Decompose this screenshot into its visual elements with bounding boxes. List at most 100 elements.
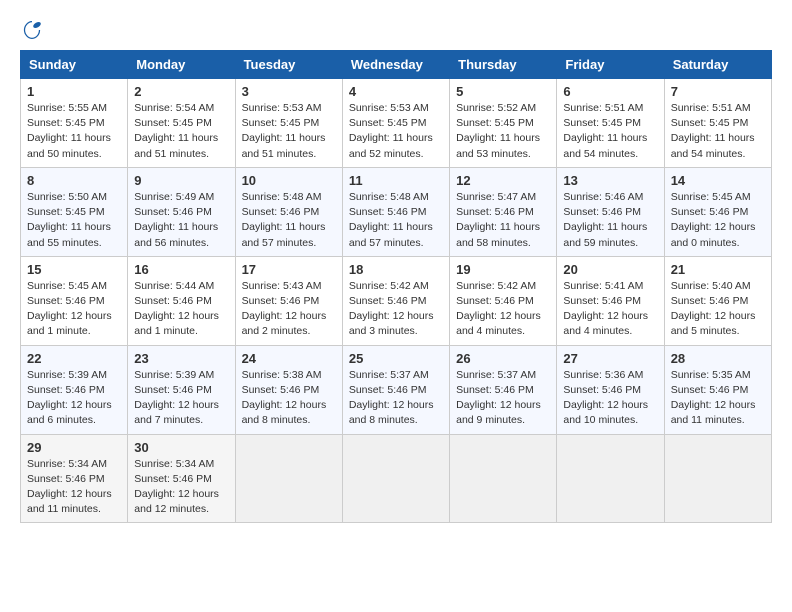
calendar-cell	[342, 434, 449, 523]
day-info: Sunrise: 5:47 AM Sunset: 5:46 PM Dayligh…	[456, 190, 550, 251]
day-info: Sunrise: 5:48 AM Sunset: 5:46 PM Dayligh…	[242, 190, 336, 251]
day-info: Sunrise: 5:53 AM Sunset: 5:45 PM Dayligh…	[349, 101, 443, 162]
calendar-cell: 26 Sunrise: 5:37 AM Sunset: 5:46 PM Dayl…	[450, 345, 557, 434]
calendar-cell	[557, 434, 664, 523]
calendar-cell: 15 Sunrise: 5:45 AM Sunset: 5:46 PM Dayl…	[21, 256, 128, 345]
calendar-cell: 23 Sunrise: 5:39 AM Sunset: 5:46 PM Dayl…	[128, 345, 235, 434]
calendar-cell: 27 Sunrise: 5:36 AM Sunset: 5:46 PM Dayl…	[557, 345, 664, 434]
day-number: 30	[134, 440, 228, 455]
calendar-cell	[235, 434, 342, 523]
day-number: 7	[671, 84, 765, 99]
day-info: Sunrise: 5:55 AM Sunset: 5:45 PM Dayligh…	[27, 101, 121, 162]
calendar-cell: 7 Sunrise: 5:51 AM Sunset: 5:45 PM Dayli…	[664, 79, 771, 168]
day-info: Sunrise: 5:43 AM Sunset: 5:46 PM Dayligh…	[242, 279, 336, 340]
day-number: 17	[242, 262, 336, 277]
logo-bird-icon	[22, 20, 42, 40]
day-number: 1	[27, 84, 121, 99]
day-number: 2	[134, 84, 228, 99]
calendar-cell: 30 Sunrise: 5:34 AM Sunset: 5:46 PM Dayl…	[128, 434, 235, 523]
day-info: Sunrise: 5:39 AM Sunset: 5:46 PM Dayligh…	[134, 368, 228, 429]
day-number: 20	[563, 262, 657, 277]
day-number: 10	[242, 173, 336, 188]
day-info: Sunrise: 5:51 AM Sunset: 5:45 PM Dayligh…	[563, 101, 657, 162]
day-info: Sunrise: 5:45 AM Sunset: 5:46 PM Dayligh…	[671, 190, 765, 251]
day-info: Sunrise: 5:42 AM Sunset: 5:46 PM Dayligh…	[456, 279, 550, 340]
calendar-cell: 16 Sunrise: 5:44 AM Sunset: 5:46 PM Dayl…	[128, 256, 235, 345]
day-number: 26	[456, 351, 550, 366]
calendar-cell: 19 Sunrise: 5:42 AM Sunset: 5:46 PM Dayl…	[450, 256, 557, 345]
calendar-cell: 5 Sunrise: 5:52 AM Sunset: 5:45 PM Dayli…	[450, 79, 557, 168]
calendar-header-saturday: Saturday	[664, 51, 771, 79]
calendar-cell: 13 Sunrise: 5:46 AM Sunset: 5:46 PM Dayl…	[557, 167, 664, 256]
day-info: Sunrise: 5:50 AM Sunset: 5:45 PM Dayligh…	[27, 190, 121, 251]
calendar-cell: 8 Sunrise: 5:50 AM Sunset: 5:45 PM Dayli…	[21, 167, 128, 256]
day-number: 15	[27, 262, 121, 277]
day-info: Sunrise: 5:42 AM Sunset: 5:46 PM Dayligh…	[349, 279, 443, 340]
day-info: Sunrise: 5:39 AM Sunset: 5:46 PM Dayligh…	[27, 368, 121, 429]
calendar-cell: 28 Sunrise: 5:35 AM Sunset: 5:46 PM Dayl…	[664, 345, 771, 434]
calendar-cell: 11 Sunrise: 5:48 AM Sunset: 5:46 PM Dayl…	[342, 167, 449, 256]
calendar-header-monday: Monday	[128, 51, 235, 79]
day-info: Sunrise: 5:41 AM Sunset: 5:46 PM Dayligh…	[563, 279, 657, 340]
calendar-week-5: 29 Sunrise: 5:34 AM Sunset: 5:46 PM Dayl…	[21, 434, 772, 523]
day-number: 18	[349, 262, 443, 277]
calendar-cell: 17 Sunrise: 5:43 AM Sunset: 5:46 PM Dayl…	[235, 256, 342, 345]
calendar-header-friday: Friday	[557, 51, 664, 79]
day-number: 9	[134, 173, 228, 188]
calendar-cell: 25 Sunrise: 5:37 AM Sunset: 5:46 PM Dayl…	[342, 345, 449, 434]
logo	[20, 20, 42, 40]
day-number: 8	[27, 173, 121, 188]
day-info: Sunrise: 5:34 AM Sunset: 5:46 PM Dayligh…	[134, 457, 228, 518]
day-info: Sunrise: 5:51 AM Sunset: 5:45 PM Dayligh…	[671, 101, 765, 162]
day-info: Sunrise: 5:46 AM Sunset: 5:46 PM Dayligh…	[563, 190, 657, 251]
calendar-cell: 1 Sunrise: 5:55 AM Sunset: 5:45 PM Dayli…	[21, 79, 128, 168]
day-info: Sunrise: 5:48 AM Sunset: 5:46 PM Dayligh…	[349, 190, 443, 251]
calendar-week-3: 15 Sunrise: 5:45 AM Sunset: 5:46 PM Dayl…	[21, 256, 772, 345]
day-number: 4	[349, 84, 443, 99]
day-number: 24	[242, 351, 336, 366]
calendar-header-thursday: Thursday	[450, 51, 557, 79]
calendar-week-1: 1 Sunrise: 5:55 AM Sunset: 5:45 PM Dayli…	[21, 79, 772, 168]
calendar-cell: 9 Sunrise: 5:49 AM Sunset: 5:46 PM Dayli…	[128, 167, 235, 256]
day-number: 3	[242, 84, 336, 99]
day-number: 28	[671, 351, 765, 366]
day-info: Sunrise: 5:35 AM Sunset: 5:46 PM Dayligh…	[671, 368, 765, 429]
calendar-cell: 12 Sunrise: 5:47 AM Sunset: 5:46 PM Dayl…	[450, 167, 557, 256]
calendar-cell: 6 Sunrise: 5:51 AM Sunset: 5:45 PM Dayli…	[557, 79, 664, 168]
calendar-header-row: SundayMondayTuesdayWednesdayThursdayFrid…	[21, 51, 772, 79]
page-header	[20, 20, 772, 40]
day-number: 21	[671, 262, 765, 277]
calendar-cell: 29 Sunrise: 5:34 AM Sunset: 5:46 PM Dayl…	[21, 434, 128, 523]
day-info: Sunrise: 5:36 AM Sunset: 5:46 PM Dayligh…	[563, 368, 657, 429]
calendar-header-tuesday: Tuesday	[235, 51, 342, 79]
day-info: Sunrise: 5:49 AM Sunset: 5:46 PM Dayligh…	[134, 190, 228, 251]
day-number: 16	[134, 262, 228, 277]
calendar-week-2: 8 Sunrise: 5:50 AM Sunset: 5:45 PM Dayli…	[21, 167, 772, 256]
day-number: 6	[563, 84, 657, 99]
day-number: 14	[671, 173, 765, 188]
day-info: Sunrise: 5:44 AM Sunset: 5:46 PM Dayligh…	[134, 279, 228, 340]
calendar-cell: 21 Sunrise: 5:40 AM Sunset: 5:46 PM Dayl…	[664, 256, 771, 345]
calendar-header-wednesday: Wednesday	[342, 51, 449, 79]
calendar-cell: 22 Sunrise: 5:39 AM Sunset: 5:46 PM Dayl…	[21, 345, 128, 434]
calendar-cell: 14 Sunrise: 5:45 AM Sunset: 5:46 PM Dayl…	[664, 167, 771, 256]
calendar-cell: 4 Sunrise: 5:53 AM Sunset: 5:45 PM Dayli…	[342, 79, 449, 168]
calendar-cell	[664, 434, 771, 523]
day-number: 13	[563, 173, 657, 188]
day-info: Sunrise: 5:45 AM Sunset: 5:46 PM Dayligh…	[27, 279, 121, 340]
day-number: 27	[563, 351, 657, 366]
day-info: Sunrise: 5:53 AM Sunset: 5:45 PM Dayligh…	[242, 101, 336, 162]
day-info: Sunrise: 5:52 AM Sunset: 5:45 PM Dayligh…	[456, 101, 550, 162]
day-number: 5	[456, 84, 550, 99]
calendar-cell: 10 Sunrise: 5:48 AM Sunset: 5:46 PM Dayl…	[235, 167, 342, 256]
day-number: 11	[349, 173, 443, 188]
calendar-header-sunday: Sunday	[21, 51, 128, 79]
calendar-cell	[450, 434, 557, 523]
day-number: 29	[27, 440, 121, 455]
day-number: 25	[349, 351, 443, 366]
calendar-cell: 20 Sunrise: 5:41 AM Sunset: 5:46 PM Dayl…	[557, 256, 664, 345]
day-number: 23	[134, 351, 228, 366]
day-info: Sunrise: 5:38 AM Sunset: 5:46 PM Dayligh…	[242, 368, 336, 429]
day-info: Sunrise: 5:37 AM Sunset: 5:46 PM Dayligh…	[456, 368, 550, 429]
calendar-week-4: 22 Sunrise: 5:39 AM Sunset: 5:46 PM Dayl…	[21, 345, 772, 434]
